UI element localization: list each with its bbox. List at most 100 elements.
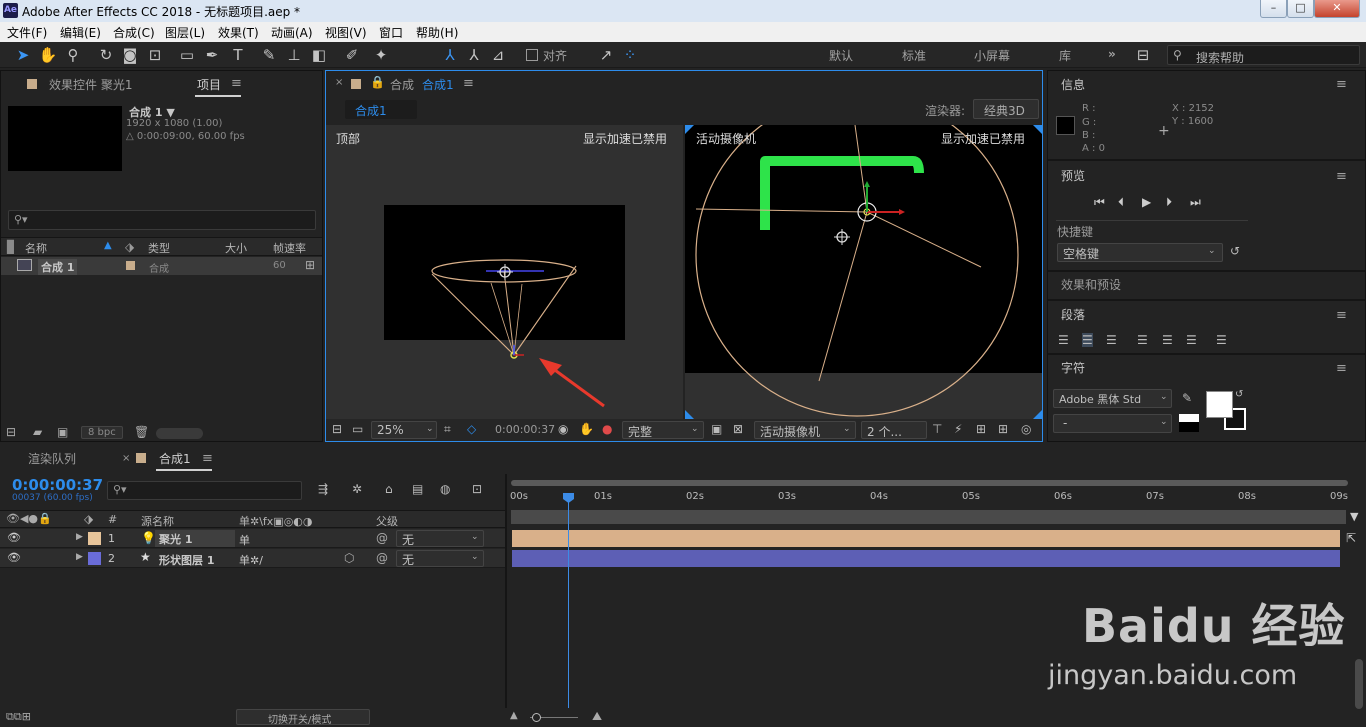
tab-render-queue[interactable]: 渲染队列 [28, 450, 76, 467]
reset-icon[interactable]: ↺ [1230, 244, 1240, 258]
hand-tool-icon[interactable]: ✋ [38, 45, 58, 65]
tab-project[interactable]: 项目 [197, 76, 221, 93]
brush-tool-icon[interactable]: ✎ [259, 45, 279, 65]
region-of-interest-icon[interactable]: ▣ [711, 422, 722, 436]
character-panel-menu[interactable]: ≡ [1336, 361, 1347, 376]
col-number[interactable]: # [108, 513, 117, 526]
draft-3d-icon[interactable]: ✲ [352, 482, 362, 496]
new-comp-icon[interactable]: ▣ [57, 425, 68, 439]
font-style-dropdown[interactable]: - ⌄ [1053, 414, 1172, 433]
workspace-libraries[interactable]: 库 [1059, 47, 1071, 64]
project-panel-menu[interactable]: ≡ [231, 76, 242, 91]
pick-whip-icon[interactable]: @ [376, 531, 388, 545]
minimize-button[interactable]: – [1260, 0, 1287, 18]
col-switches[interactable]: 单✲\fx▣◎◐◑ [239, 513, 313, 529]
col-parent[interactable]: 父级 [376, 513, 398, 529]
zoom-dropdown[interactable]: 25% ⌄ [371, 421, 437, 439]
fast-preview-icon[interactable]: ⚡ [954, 422, 962, 436]
rotate-tool-icon[interactable]: ↻ [96, 45, 116, 65]
justify-all-icon[interactable]: ☰ [1216, 333, 1227, 347]
pick-whip-icon[interactable]: @ [376, 551, 388, 565]
align-left-icon[interactable]: ☰ [1058, 333, 1069, 347]
menu-effect[interactable]: 效果(T) [218, 24, 259, 41]
pan-behind-tool-icon[interactable]: ⊡ [145, 45, 165, 65]
col-source-name[interactable]: 源名称 [141, 513, 174, 529]
interpret-footage-icon[interactable]: ⊟ [6, 425, 16, 439]
transparency-grid-icon[interactable]: ⊠ [733, 422, 743, 436]
end-marker-icon[interactable]: ▼ [1350, 510, 1358, 523]
close-button[interactable]: ✕ [1314, 0, 1360, 18]
shy-layers-icon[interactable]: ⌂ [385, 482, 393, 496]
clone-stamp-tool-icon[interactable]: ⊥ [284, 45, 304, 65]
justify-left-icon[interactable]: ☰ [1137, 333, 1148, 347]
eye-icon[interactable]: 👁 [7, 551, 21, 564]
close-tab-icon[interactable]: × [122, 453, 130, 464]
menu-window[interactable]: 窗口 [379, 24, 403, 41]
safe-zones-icon[interactable]: ⌗ [444, 422, 451, 437]
info-panel-menu[interactable]: ≡ [1336, 77, 1347, 92]
layer-bar[interactable] [512, 550, 1340, 567]
first-frame-icon[interactable]: ⏮ [1094, 195, 1105, 210]
item-name[interactable]: 合成 1 [38, 259, 78, 275]
flowchart-icon[interactable]: ⊞ [305, 258, 315, 272]
preview-panel-menu[interactable]: ≡ [1336, 169, 1347, 184]
menu-layer[interactable]: 图层(L) [165, 24, 205, 41]
view-axis-icon[interactable]: ⊿ [488, 45, 508, 65]
snap-icon[interactable]: ↗ [596, 45, 616, 65]
views-dropdown[interactable]: 2 个... [861, 421, 927, 439]
renderer-button[interactable]: 经典3D [973, 99, 1039, 119]
justify-center-icon[interactable]: ☰ [1162, 333, 1173, 347]
close-tab-icon[interactable]: × [335, 77, 343, 88]
character-panel-title[interactable]: 字符 [1061, 359, 1085, 376]
motion-blur-icon[interactable]: ◍ [440, 482, 450, 496]
thumbnail-slider[interactable] [156, 428, 203, 439]
zoom-tool-icon[interactable]: ⚲ [63, 45, 83, 65]
shortcut-dropdown[interactable]: 空格键 ⌄ [1057, 243, 1223, 262]
justify-right-icon[interactable]: ☰ [1186, 333, 1197, 347]
col-size[interactable]: 大小 [225, 240, 247, 256]
footer-toggles-icon[interactable]: ⧉⧉⊞ [6, 710, 31, 724]
play-icon[interactable]: ▶ [1142, 195, 1151, 209]
menu-edit[interactable]: 编辑(E) [60, 24, 101, 41]
parent-dropdown[interactable]: 无 ⌄ [396, 550, 484, 567]
menu-help[interactable]: 帮助(H) [416, 24, 458, 41]
comp-mini-flowchart-icon[interactable]: ⇶ [318, 482, 328, 496]
workspace-default[interactable]: 默认 [829, 47, 853, 64]
table-row[interactable]: 👁 ▶ 1 💡 聚光 1 单 @ 无 ⌄ [0, 529, 505, 548]
time-ruler[interactable]: 00s 01s 02s 03s 04s 05s 06s 07s 08s 09s [507, 487, 1357, 507]
zoom-out-icon[interactable]: ▲ [510, 710, 518, 721]
preview-panel-title[interactable]: 预览 [1061, 167, 1085, 184]
menu-composition[interactable]: 合成(C) [113, 24, 155, 41]
expand-triangle-icon[interactable]: ▶ [76, 532, 83, 542]
search-help-field[interactable]: ⚲ 搜索帮助 [1167, 45, 1360, 65]
menu-view[interactable]: 视图(V) [325, 24, 367, 41]
mask-visibility-icon[interactable]: ◇ [467, 422, 476, 436]
table-row[interactable]: 👁 ▶ 2 ★ 形状图层 1 单✲/ ⬡ @ 无 ⌄ [0, 549, 505, 568]
eyedropper-icon[interactable]: ✎ [1182, 391, 1192, 405]
comp-button-icon[interactable]: ⇱ [1346, 531, 1356, 545]
work-area-range[interactable] [511, 510, 1346, 524]
local-axis-icon[interactable]: ⅄ [440, 45, 460, 65]
reset-exposure-icon[interactable]: ◎ [1021, 422, 1031, 436]
timeline-panel-menu[interactable]: ≡ [202, 451, 213, 466]
show-snapshot-icon[interactable]: ✋ [579, 422, 594, 436]
flowchart-icon[interactable]: ⊞ [998, 422, 1008, 436]
layer-name[interactable]: 形状图层 1 [159, 552, 214, 568]
timeline-search-input[interactable]: ⚲▾ [107, 481, 302, 500]
zoom-in-icon[interactable]: ⛰ [592, 709, 602, 724]
tab-comp[interactable]: 合成1 [159, 450, 191, 467]
viewer-active-camera[interactable]: 活动摄像机 显示加速已禁用 [685, 125, 1042, 419]
snapshot-icon[interactable]: ◉ [558, 422, 568, 436]
last-frame-icon[interactable]: ⏭ [1190, 195, 1201, 210]
align-right-icon[interactable]: ☰ [1106, 333, 1117, 347]
eraser-tool-icon[interactable]: ◧ [309, 45, 329, 65]
resolution-dropdown[interactable]: 完整 ⌄ [622, 421, 704, 439]
trash-icon[interactable]: 🗑 [134, 425, 149, 439]
col-fps[interactable]: 帧速率 [273, 240, 306, 256]
3d-layer-cube-icon[interactable]: ⬡ [344, 551, 354, 565]
comp-tab-name[interactable]: 合成1 [422, 76, 454, 93]
toggle-pixel-aspect-icon[interactable]: ⊤ [932, 422, 942, 436]
col-name[interactable]: 名称 [25, 240, 47, 256]
effects-presets-title[interactable]: 效果和预设 [1061, 276, 1121, 293]
camera-tool-icon[interactable]: ◙ [120, 45, 140, 65]
